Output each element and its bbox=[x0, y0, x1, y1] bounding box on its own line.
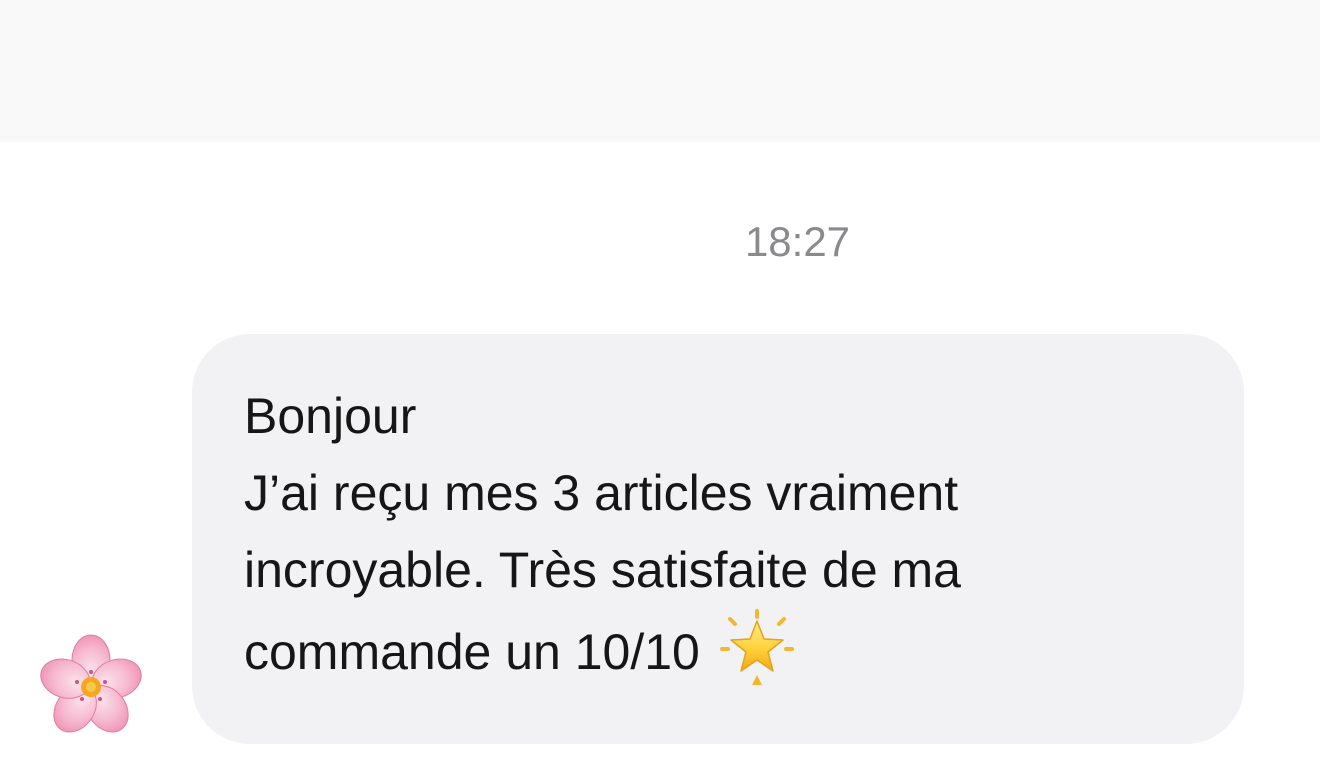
cherry-blossom-icon bbox=[35, 634, 147, 741]
glowing-star-icon bbox=[718, 609, 796, 687]
message-timestamp: 18:27 bbox=[744, 218, 851, 265]
top-bar bbox=[0, 0, 1320, 142]
message-bubble[interactable]: Bonjour J’ai reçu mes 3 articles vraimen… bbox=[192, 334, 1244, 744]
message-greeting: Bonjour bbox=[244, 388, 417, 444]
message-text: J’ai reçu mes 3 articles vraiment incroy… bbox=[244, 465, 961, 680]
sender-avatar[interactable] bbox=[34, 630, 148, 744]
